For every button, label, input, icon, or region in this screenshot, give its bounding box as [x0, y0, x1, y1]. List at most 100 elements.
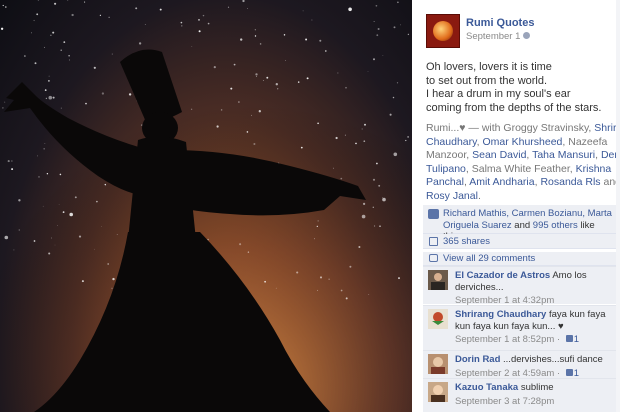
- star: [238, 101, 240, 103]
- comment-item: Shrirang Chaudhary faya kun faya kun fay…: [423, 305, 618, 350]
- star: [254, 29, 256, 31]
- star: [254, 35, 257, 37]
- star: [78, 235, 82, 238]
- star: [104, 183, 107, 186]
- star: [378, 184, 381, 187]
- whirling-dervish-image: [0, 0, 412, 412]
- shares-label[interactable]: 365 shares: [443, 236, 490, 247]
- star: [340, 289, 343, 292]
- star: [324, 50, 327, 52]
- comment-author[interactable]: Shrirang Chaudhary: [455, 309, 546, 320]
- post-quote: Oh lovers, lovers it is time to set out …: [426, 61, 616, 115]
- star: [48, 252, 51, 255]
- tagged-person: Salma White Feather: [471, 162, 570, 175]
- star: [54, 244, 56, 246]
- comment-time[interactable]: September 3 at 7:28pm: [455, 396, 554, 407]
- shares-count-link[interactable]: 365 shares: [423, 234, 618, 249]
- star: [314, 238, 315, 240]
- tagged-person[interactable]: Sean David: [472, 149, 526, 161]
- tagged-person[interactable]: Omar Khursheed: [482, 136, 562, 148]
- star: [128, 93, 132, 96]
- comment-like-count[interactable]: 1: [574, 368, 579, 379]
- commenter-avatar[interactable]: [428, 309, 448, 329]
- star: [246, 131, 249, 133]
- commenter-avatar[interactable]: [428, 382, 448, 402]
- star: [372, 206, 374, 208]
- comment-author[interactable]: Kazuo Tanaka: [455, 382, 518, 393]
- star: [264, 280, 266, 283]
- tag-prefix: Rumi...♥ — with: [426, 122, 504, 134]
- star: [305, 38, 308, 41]
- star: [135, 7, 138, 10]
- star: [361, 214, 366, 219]
- star: [18, 199, 21, 202]
- post-date-text[interactable]: September 1: [466, 31, 520, 42]
- commenter-avatar[interactable]: [428, 354, 448, 374]
- tagged-person[interactable]: Rosanda Rls: [540, 176, 600, 188]
- star: [44, 89, 47, 91]
- star: [240, 38, 243, 41]
- star: [277, 88, 279, 90]
- star: [207, 22, 210, 25]
- tagged-person[interactable]: Amit Andharia: [469, 176, 534, 188]
- scrollbar[interactable]: [616, 0, 620, 412]
- star: [181, 25, 183, 27]
- star: [275, 287, 277, 289]
- star: [328, 278, 330, 280]
- star: [255, 73, 258, 76]
- star: [60, 107, 62, 109]
- star: [367, 71, 369, 72]
- comment-text: ...dervishes...sufi dance: [503, 354, 603, 365]
- comment-like-count[interactable]: 1: [574, 334, 579, 345]
- star: [374, 225, 376, 227]
- comment-time[interactable]: September 2 at 4:59am: [455, 368, 554, 379]
- star: [296, 271, 299, 274]
- star: [262, 80, 264, 81]
- star: [48, 95, 53, 100]
- star: [85, 102, 87, 105]
- page-avatar[interactable]: [426, 14, 460, 48]
- comment-time[interactable]: September 1 at 8:52pm: [455, 334, 554, 345]
- star: [0, 27, 4, 30]
- star: [37, 155, 38, 157]
- tagged-person[interactable]: Rosy Janal: [426, 190, 478, 202]
- star: [84, 1, 86, 3]
- star: [94, 248, 96, 250]
- star: [319, 39, 322, 42]
- star: [101, 92, 105, 95]
- commenter-avatar[interactable]: [428, 270, 448, 290]
- likes-others-link[interactable]: 995 others: [533, 220, 578, 231]
- page-name-link[interactable]: Rumi Quotes: [466, 17, 534, 29]
- star: [259, 43, 262, 45]
- star: [300, 146, 303, 149]
- star: [247, 7, 248, 9]
- share-icon: [429, 237, 438, 246]
- star: [58, 204, 60, 205]
- star: [373, 58, 375, 61]
- star: [407, 136, 409, 138]
- star: [31, 32, 32, 34]
- star: [227, 6, 230, 8]
- star: [54, 2, 57, 5]
- star: [345, 297, 348, 300]
- post-timestamp[interactable]: September 1: [466, 31, 531, 42]
- view-all-comments-link[interactable]: View all 29 comments: [423, 252, 618, 266]
- star: [364, 123, 366, 126]
- likes-summary: Richard Mathis, Carmen Bozianu, Marta Or…: [423, 205, 618, 242]
- star: [376, 162, 378, 165]
- post-photo[interactable]: [0, 0, 412, 412]
- star: [33, 240, 36, 242]
- comment-author[interactable]: El Cazador de Astros: [455, 270, 550, 281]
- star: [99, 14, 102, 16]
- star: [202, 14, 205, 17]
- view-all-label[interactable]: View all 29 comments: [443, 253, 535, 264]
- star: [361, 128, 363, 130]
- star: [297, 81, 300, 83]
- star: [138, 42, 142, 45]
- star: [335, 136, 338, 140]
- quote-line: coming from the depths of the stars.: [426, 101, 602, 114]
- star: [348, 7, 352, 12]
- tagged-person[interactable]: Taha Mansuri: [532, 149, 595, 161]
- star: [355, 142, 357, 145]
- comment-author[interactable]: Dorin Rad: [455, 354, 500, 365]
